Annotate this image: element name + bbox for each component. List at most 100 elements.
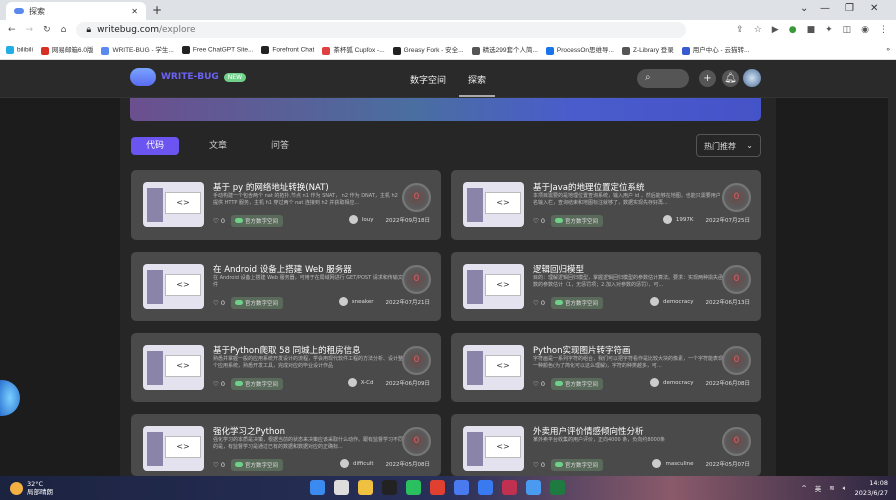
play-extension-icon[interactable]: ▶ (772, 25, 779, 35)
bookmark-item[interactable]: 茶杯狐 Cupfox -... (322, 44, 385, 55)
close-window-button[interactable]: ✕ (870, 3, 878, 14)
taskbar-app-icon[interactable] (526, 480, 541, 495)
like-button[interactable]: ♡ 0 (213, 461, 225, 469)
new-tab-button[interactable]: + (152, 3, 162, 17)
sort-dropdown[interactable]: 热门推荐 ⌄ (696, 134, 761, 157)
card-author[interactable]: 1997K 2022年07月25日 (662, 215, 750, 224)
tray-chevron-icon[interactable]: ^ (801, 484, 806, 492)
user-avatar[interactable] (743, 69, 761, 87)
taskbar-app-icon[interactable] (550, 480, 565, 495)
clock[interactable]: 14:08 2023/6/27 (855, 478, 888, 498)
like-button[interactable]: ♡ 0 (533, 299, 545, 307)
profile-icon[interactable]: ◉ (861, 25, 869, 35)
project-card[interactable]: <> 强化学习之Python 强化学习的本质是决策，根据当前的状态来决策应该采取… (131, 414, 441, 476)
bookmark-item[interactable]: Free ChatGPT Site... (181, 45, 253, 54)
project-card[interactable]: <> 基于Java的地理位置定位系统 本项目需要的是地理位置查询系统，输入用户 … (451, 170, 761, 240)
minimize-button[interactable]: — (820, 3, 830, 14)
home-icon[interactable]: ⌂ (61, 25, 67, 35)
project-card[interactable]: <> 基于 py 的网络地址转换(NAT) 手动构建一个包含两个 nat 的拓扑… (131, 170, 441, 240)
weather-widget[interactable]: 32°C 局部晴朗 (10, 480, 53, 496)
puzzle-icon[interactable]: ✦ (825, 25, 833, 35)
banner[interactable] (130, 98, 761, 121)
space-badge[interactable]: 官方数字空间 (231, 297, 284, 309)
menu-icon[interactable]: ⋮ (879, 25, 888, 35)
tab-qa[interactable]: 问答 (271, 137, 289, 155)
card-title[interactable]: 外卖用户评价情感倾向性分析 (533, 425, 644, 437)
reload-icon[interactable]: ↻ (43, 25, 51, 35)
like-button[interactable]: ♡ 0 (533, 380, 545, 388)
taskbar-app-icon[interactable] (430, 480, 445, 495)
share-icon[interactable]: ⇪ (736, 25, 744, 35)
bookmark-item[interactable]: WRITE-BUG - 学生... (101, 44, 174, 55)
taskbar-app-icon[interactable] (310, 480, 325, 495)
space-badge[interactable]: 官方数字空间 (551, 378, 604, 390)
wifi-icon[interactable]: ≋ (829, 484, 834, 492)
card-title[interactable]: 在 Android 设备上搭建 Web 服务器 (213, 263, 352, 275)
card-title[interactable]: 基于Python爬取 58 同城上的租房信息 (213, 344, 361, 356)
project-card[interactable]: <> 外卖用户评价情感倾向性分析 某外卖平台收集的用户评价，正向4000 条，负… (451, 414, 761, 476)
project-card[interactable]: <> 基于Python爬取 58 同城上的租房信息 熟悉并掌握一般的应用系统开发… (131, 333, 441, 402)
bookmark-item[interactable]: Z-Library 登录 (621, 44, 674, 55)
bookmarks-overflow-icon[interactable]: » (886, 46, 890, 53)
card-author[interactable]: masculine 2022年05月07日 (652, 459, 750, 468)
nav-digital-space[interactable]: 数字空间 (410, 73, 446, 86)
card-title[interactable]: 基于Java的地理位置定位系统 (533, 181, 644, 193)
tab-articles[interactable]: 文章 (209, 137, 227, 155)
bookmark-star-icon[interactable]: ☆ (754, 25, 762, 35)
space-badge[interactable]: 官方数字空间 (551, 215, 604, 227)
tab-search-icon[interactable]: ⌄ (800, 3, 808, 14)
notification-bell-icon[interactable]: 🔔︎ (722, 70, 739, 87)
card-author[interactable]: difficult 2022年05月08日 (339, 459, 430, 468)
like-button[interactable]: ♡ 0 (213, 299, 225, 307)
browser-tab[interactable]: 探索 ✕ (6, 2, 146, 20)
bookmark-item[interactable]: 网易邮箱6.0版 (40, 44, 93, 55)
card-title[interactable]: 逻辑回归模型 (533, 263, 584, 275)
card-author[interactable]: democracy 2022年06月08日 (649, 378, 750, 387)
taskbar-app-icon[interactable] (382, 480, 397, 495)
space-badge[interactable]: 官方数字空间 (231, 459, 284, 471)
bookmark-item[interactable]: bilibili (6, 45, 33, 54)
card-author[interactable]: X-Cd 2022年06月09日 (347, 378, 430, 387)
bookmark-item[interactable]: 用户中心 - 云猫转... (681, 44, 749, 55)
like-button[interactable]: ♡ 0 (213, 217, 225, 225)
like-button[interactable]: ♡ 0 (533, 461, 545, 469)
create-button[interactable]: + (699, 70, 716, 87)
project-card[interactable]: <> Python实现图片转字符画 字符画是一系列字符的组合，我们可以把字符看作… (451, 333, 761, 402)
taskbar-app-icon[interactable] (334, 480, 349, 495)
bookmark-item[interactable]: 精选299套个人简... (471, 44, 538, 55)
extension-icon[interactable]: ■ (807, 25, 816, 35)
taskbar-app-icon[interactable] (454, 480, 469, 495)
volume-icon[interactable]: 🔈︎ (843, 484, 847, 493)
taskbar-app-icon[interactable] (502, 480, 517, 495)
ime-indicator[interactable]: 英 (815, 483, 822, 493)
bookmark-item[interactable]: Forefront Chat (261, 45, 314, 54)
url-bar[interactable]: 🔒︎ writebug.com/explore (76, 22, 687, 38)
taskbar-app-icon[interactable] (478, 480, 493, 495)
space-badge[interactable]: 官方数字空间 (551, 297, 604, 309)
tab-code[interactable]: 代码 (131, 137, 179, 155)
card-author[interactable]: democracy 2022年06月13日 (649, 297, 750, 306)
space-badge[interactable]: 官方数字空间 (551, 459, 604, 471)
forward-icon[interactable]: → (26, 25, 34, 35)
maximize-button[interactable]: ❐ (845, 3, 854, 14)
card-author[interactable]: sneaker 2022年07月21日 (338, 297, 430, 306)
card-author[interactable]: louy 2022年09月18日 (348, 215, 430, 224)
back-icon[interactable]: ← (8, 25, 16, 35)
taskbar-app-icon[interactable] (406, 480, 421, 495)
close-tab-icon[interactable]: ✕ (131, 7, 138, 16)
bookmark-item[interactable]: ProcessOn思维导... (545, 44, 614, 55)
card-title[interactable]: 强化学习之Python (213, 425, 285, 437)
like-button[interactable]: ♡ 0 (533, 217, 545, 225)
floating-assistant-icon[interactable] (0, 380, 20, 416)
sidepanel-icon[interactable]: ◫ (843, 25, 852, 35)
space-badge[interactable]: 官方数字空间 (231, 215, 284, 227)
card-title[interactable]: Python实现图片转字符画 (533, 344, 630, 356)
space-badge[interactable]: 官方数字空间 (231, 378, 284, 390)
scrollbar[interactable] (888, 60, 896, 476)
like-button[interactable]: ♡ 0 (213, 380, 225, 388)
taskbar-app-icon[interactable] (358, 480, 373, 495)
project-card[interactable]: <> 逻辑回归模型 目的：理解逻辑回归模型，掌握逻辑回归模型的参数估计算法。要求… (451, 252, 761, 321)
site-logo[interactable]: WRITE-BUG NEW (130, 68, 247, 86)
bookmark-item[interactable]: Greasy Fork - 安全... (392, 44, 464, 55)
search-button[interactable]: ⌕ (637, 69, 689, 88)
